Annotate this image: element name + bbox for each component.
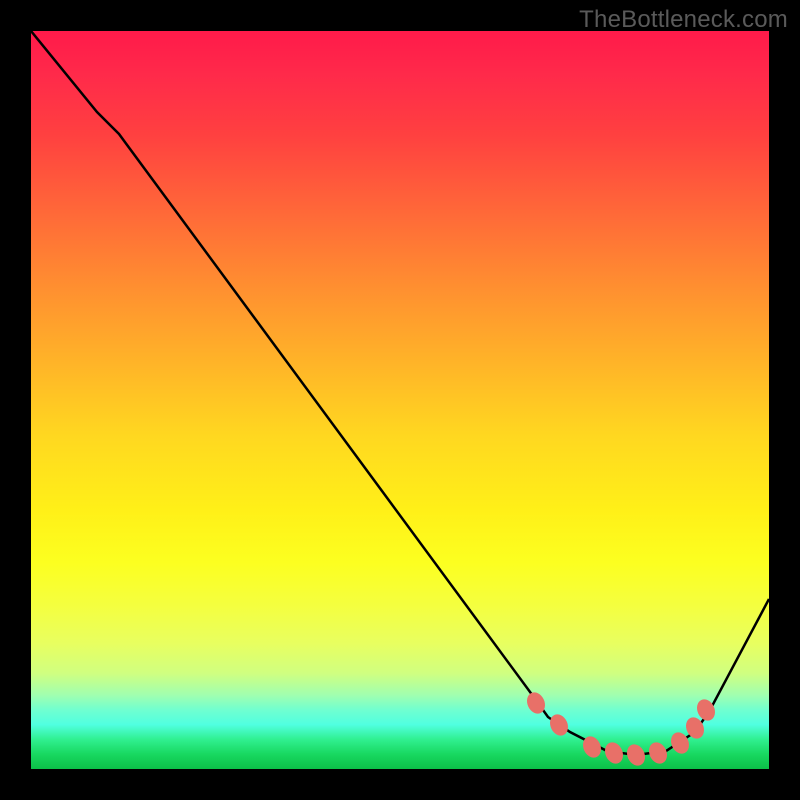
plot-area bbox=[31, 31, 769, 769]
watermark-text: TheBottleneck.com bbox=[579, 6, 788, 34]
curve-path bbox=[31, 31, 769, 755]
bottleneck-curve bbox=[31, 31, 769, 769]
